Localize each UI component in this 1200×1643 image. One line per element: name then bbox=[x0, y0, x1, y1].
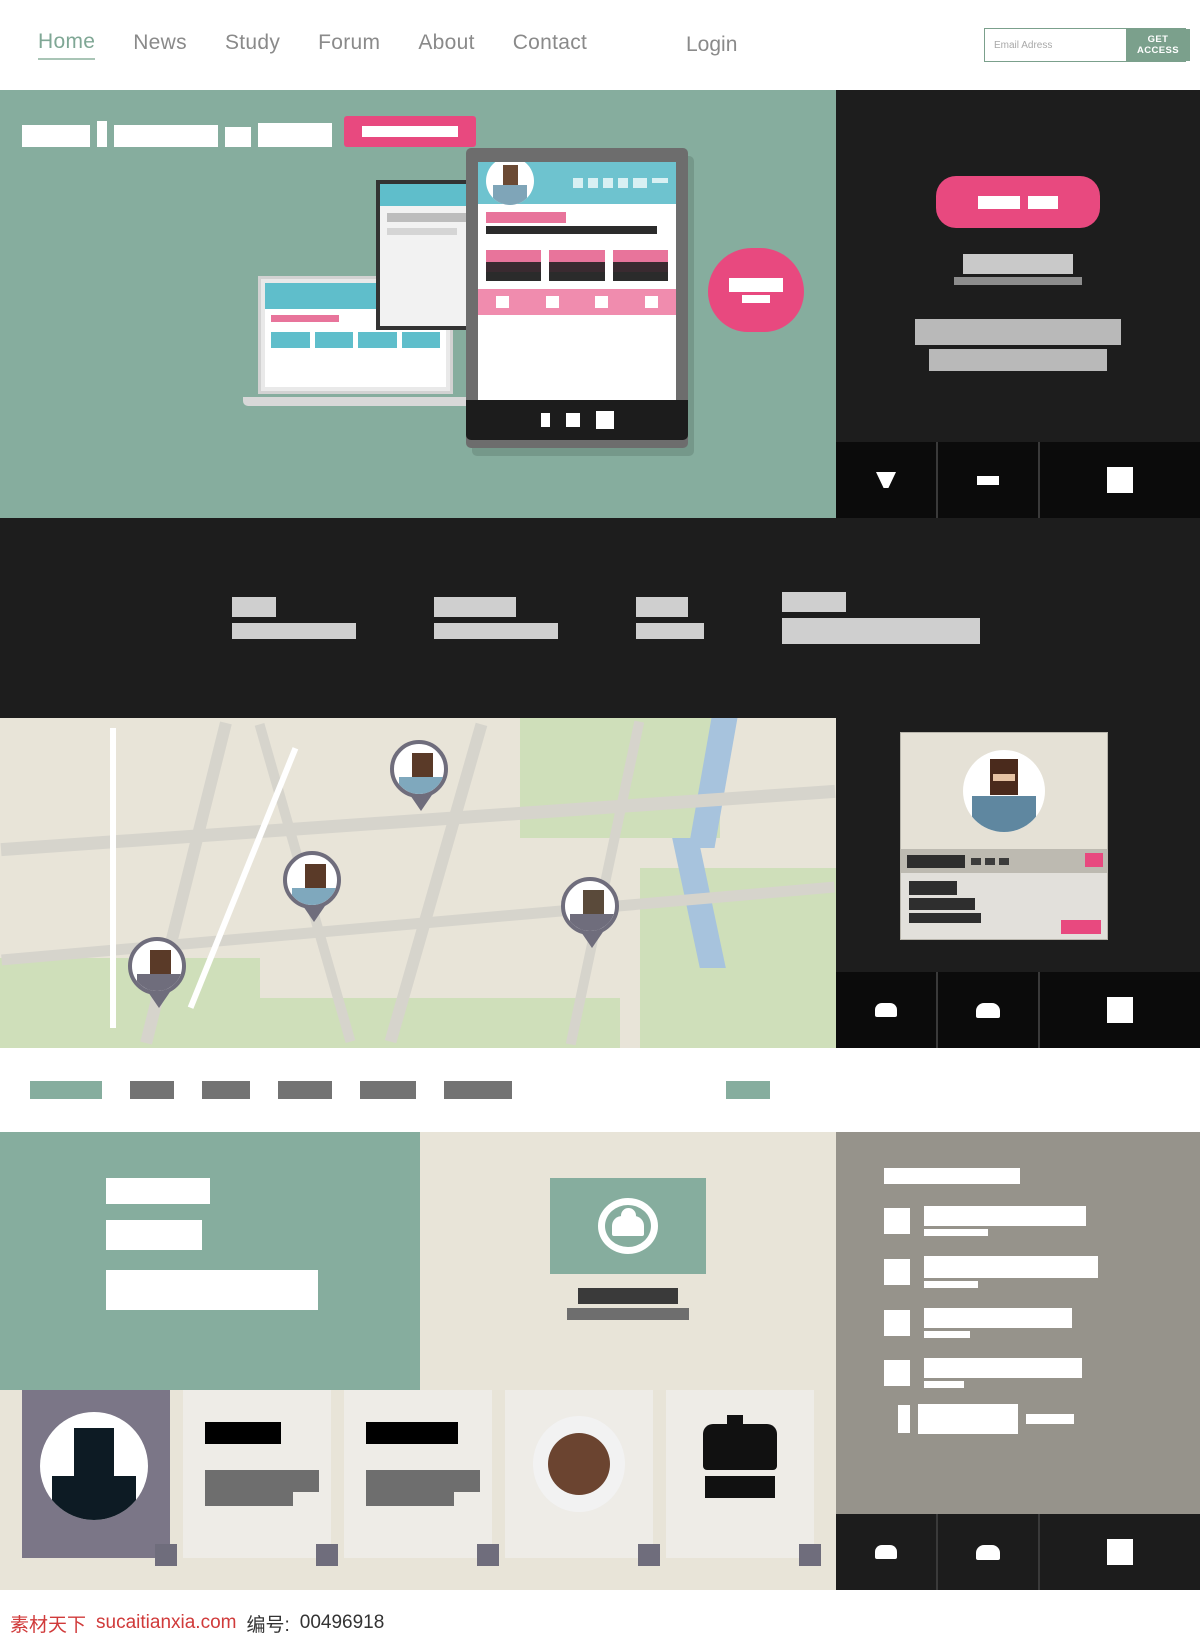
hero-icon-strip bbox=[836, 442, 1200, 518]
bottom-right-panel bbox=[836, 1390, 1200, 1590]
map-canvas[interactable] bbox=[0, 718, 836, 1048]
promo-teal-panel bbox=[0, 1132, 420, 1390]
profile-card[interactable] bbox=[900, 732, 1108, 940]
hero-section bbox=[0, 90, 1200, 518]
hero-right-panel bbox=[836, 90, 1200, 518]
tab-item-3[interactable] bbox=[202, 1081, 250, 1099]
tab-item-1[interactable] bbox=[30, 1081, 102, 1099]
cloud-upload-icon[interactable] bbox=[938, 1514, 1040, 1590]
cloud-icon[interactable] bbox=[836, 972, 938, 1048]
list-item[interactable] bbox=[884, 1308, 1200, 1338]
map-pin-avatar-2[interactable] bbox=[283, 851, 345, 925]
feature-column-1 bbox=[232, 597, 356, 639]
feature-column-2 bbox=[434, 597, 558, 639]
hero-speech-bubble bbox=[708, 248, 804, 332]
cloud-upload-icon[interactable] bbox=[938, 972, 1040, 1048]
signup-form: GET ACCESS bbox=[984, 28, 1190, 62]
email-input[interactable] bbox=[985, 29, 1126, 61]
main-navigation: Home News Study Forum About Contact bbox=[38, 30, 587, 60]
list-item-icon bbox=[884, 1360, 910, 1386]
card-image-kettle[interactable] bbox=[666, 1390, 821, 1566]
cloud-icon-box bbox=[550, 1178, 706, 1274]
tab-item-6[interactable] bbox=[444, 1081, 512, 1099]
watermark: 素材天下 sucaitianxia.com 编号: 00496918 bbox=[0, 1603, 1200, 1643]
tab-strip bbox=[0, 1048, 1200, 1132]
tablet-footer-nav bbox=[478, 289, 676, 315]
promo-gray-heading-redacted bbox=[884, 1168, 1200, 1184]
map-pin-avatar-1[interactable] bbox=[390, 740, 452, 814]
tab-item-4[interactable] bbox=[278, 1081, 332, 1099]
watermark-id-label: 编号: bbox=[246, 1614, 290, 1636]
list-item[interactable] bbox=[884, 1358, 1200, 1388]
profile-card-badge bbox=[1085, 853, 1103, 867]
cards-row bbox=[0, 1390, 836, 1590]
funnel-icon[interactable] bbox=[836, 442, 938, 518]
features-band bbox=[0, 518, 1200, 718]
list-item[interactable] bbox=[884, 1206, 1200, 1236]
kettle-image bbox=[703, 1415, 777, 1470]
tab-item-2[interactable] bbox=[130, 1081, 174, 1099]
watermark-id-value: 00496918 bbox=[299, 1612, 385, 1633]
tablet-menu-dots bbox=[573, 178, 668, 188]
watermark-site-cn: 素材天下 bbox=[10, 1614, 87, 1636]
card-text-2[interactable] bbox=[344, 1390, 499, 1566]
map-pin-avatar-3[interactable] bbox=[561, 877, 623, 951]
profile-card-title-redacted bbox=[901, 849, 1107, 873]
watermark-site-url: sucaitianxia.com bbox=[96, 1612, 237, 1633]
square-icon[interactable] bbox=[1040, 442, 1200, 518]
nav-item-home[interactable]: Home bbox=[38, 30, 96, 60]
hero-right-subtitle-redacted bbox=[878, 254, 1158, 285]
cards-section bbox=[0, 1390, 1200, 1590]
tablet-avatar bbox=[486, 162, 534, 205]
promo-center-panel bbox=[420, 1132, 836, 1390]
cloud-icon bbox=[598, 1198, 658, 1254]
tablet-mockup bbox=[466, 148, 688, 448]
feature-column-4 bbox=[782, 592, 980, 644]
nav-item-news[interactable]: News bbox=[133, 31, 187, 59]
card-image-coffee[interactable] bbox=[505, 1390, 660, 1566]
list-item-icon bbox=[884, 1208, 910, 1234]
nav-item-about[interactable]: About bbox=[418, 31, 474, 59]
devices-illustration bbox=[243, 148, 808, 493]
promo-section bbox=[0, 1132, 1200, 1390]
card-text-1[interactable] bbox=[183, 1390, 338, 1566]
tab-item-5[interactable] bbox=[360, 1081, 416, 1099]
nav-item-contact[interactable]: Contact bbox=[513, 31, 587, 59]
hero-badge[interactable] bbox=[344, 116, 476, 147]
promo-gray-panel bbox=[836, 1132, 1200, 1390]
get-access-button[interactable]: GET ACCESS bbox=[1126, 29, 1190, 61]
hero-right-paragraph-redacted bbox=[878, 319, 1158, 371]
bottom-icon-strip bbox=[836, 1514, 1200, 1590]
minus-icon[interactable] bbox=[938, 442, 1040, 518]
list-item[interactable] bbox=[884, 1256, 1200, 1288]
list-item-icon bbox=[884, 1259, 910, 1285]
login-link[interactable]: Login bbox=[686, 33, 737, 57]
profile-card-action[interactable] bbox=[1061, 920, 1101, 934]
profile-card-body-redacted bbox=[901, 873, 1107, 939]
avatar bbox=[40, 1412, 148, 1520]
map-pin-avatar-4[interactable] bbox=[128, 937, 190, 1011]
hero-left-panel bbox=[0, 90, 836, 518]
card-avatar[interactable] bbox=[22, 1390, 177, 1566]
square-icon[interactable] bbox=[1040, 1514, 1200, 1590]
site-header: Home News Study Forum About Contact Logi… bbox=[0, 0, 1200, 90]
avatar bbox=[963, 750, 1045, 832]
hero-title-row bbox=[22, 116, 476, 147]
square-icon[interactable] bbox=[1040, 972, 1200, 1048]
coffee-cup-image bbox=[533, 1416, 625, 1512]
tab-right-item[interactable] bbox=[726, 1081, 770, 1099]
bottom-right-text-redacted bbox=[898, 1404, 1074, 1434]
hero-heading-redacted bbox=[22, 117, 332, 147]
map-section bbox=[0, 718, 1200, 1048]
tablet-home-buttons bbox=[466, 400, 688, 440]
map-icon-strip bbox=[836, 972, 1200, 1048]
cloud-icon[interactable] bbox=[836, 1514, 938, 1590]
map-side-panel bbox=[836, 718, 1200, 1048]
feature-column-3 bbox=[636, 597, 704, 639]
list-item-icon bbox=[884, 1310, 910, 1336]
nav-item-study[interactable]: Study bbox=[225, 31, 280, 59]
nav-item-forum[interactable]: Forum bbox=[318, 31, 380, 59]
promo-center-caption-redacted bbox=[567, 1288, 689, 1320]
hero-right-badge[interactable] bbox=[936, 176, 1100, 228]
